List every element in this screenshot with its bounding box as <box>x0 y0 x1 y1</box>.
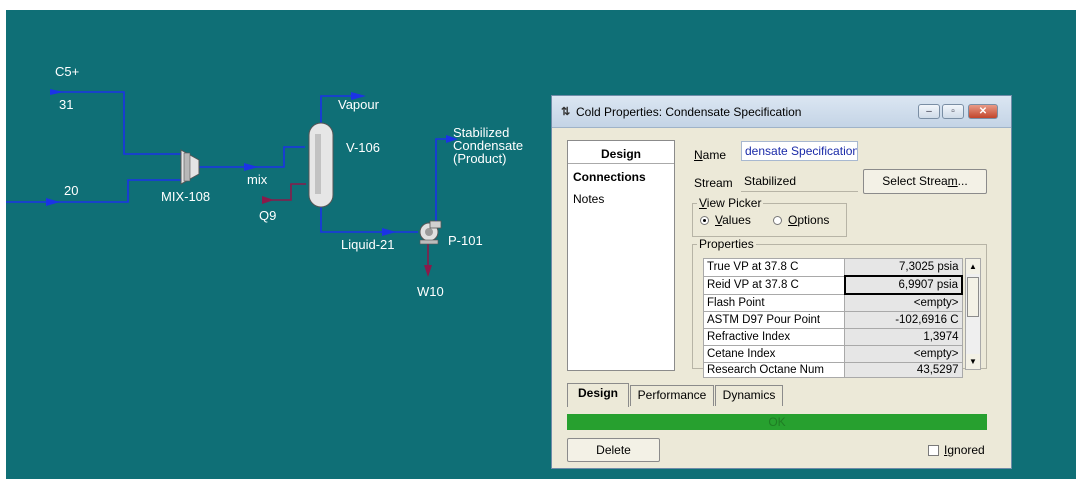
pump-icon <box>419 220 442 245</box>
property-value[interactable]: <empty> <box>844 345 963 363</box>
property-name: Research Octane Num <box>703 362 845 378</box>
stream-label-mix: mix <box>247 172 268 187</box>
tab-dynamics[interactable]: Dynamics <box>715 385 783 406</box>
stream-20-line <box>6 179 181 203</box>
values-radio[interactable] <box>700 216 709 225</box>
stream-label-liquid21: Liquid-21 <box>341 237 395 252</box>
stream-label-c5plus: C5+ <box>55 64 80 79</box>
stream-label-20: 20 <box>64 183 79 198</box>
table-row[interactable]: Reid VP at 37.8 C 6,9907 psia <box>703 275 963 295</box>
cold-properties-dialog[interactable]: ⇅ Cold Properties: Condensate Specificat… <box>551 95 1012 469</box>
property-name: ASTM D97 Pour Point <box>703 311 845 329</box>
stream-label-vapour: Vapour <box>338 97 379 112</box>
stream-label-q9: Q9 <box>259 208 277 223</box>
stream-label-product-3: (Product) <box>453 151 507 166</box>
table-row[interactable]: Cetane Index <empty> <box>703 345 963 363</box>
property-name: Reid VP at 37.8 C <box>703 275 845 295</box>
energy-q9-arrow <box>262 196 274 204</box>
stream-mix-arrow <box>244 163 258 171</box>
properties-group: Properties True VP at 37.8 C 7,3025 psia … <box>692 237 987 378</box>
property-name: True VP at 37.8 C <box>703 258 845 277</box>
options-radio[interactable] <box>773 216 782 225</box>
property-name: Refractive Index <box>703 328 845 346</box>
stream-mix-line <box>199 146 305 168</box>
stream-label: Stream <box>694 176 733 190</box>
property-value[interactable]: 6,9907 psia <box>843 275 963 295</box>
select-stream-button[interactable]: Select Stream... <box>863 169 987 194</box>
property-name: Flash Point <box>703 293 845 312</box>
dialog-title: Cold Properties: Condensate Specificatio… <box>576 105 802 119</box>
view-picker-group: View Picker Values Options <box>692 196 847 237</box>
name-label: Name <box>694 148 727 162</box>
stream-20-arrow <box>46 198 60 206</box>
stream-product-line <box>435 138 448 225</box>
delete-button[interactable]: Delete <box>567 438 660 462</box>
nav-item-connections[interactable]: Connections <box>573 170 646 184</box>
properties-title: Properties <box>697 237 756 251</box>
table-row[interactable]: Research Octane Num 43,5297 <box>703 362 963 378</box>
hysys-icon: ⇅ <box>561 106 571 118</box>
tab-performance[interactable]: Performance <box>630 385 714 406</box>
ignored-checkbox[interactable] <box>928 445 939 456</box>
table-row[interactable]: Flash Point <empty> <box>703 293 963 312</box>
mixer-icon <box>180 149 200 185</box>
stream-label-31: 31 <box>59 97 74 112</box>
property-value[interactable]: 1,3974 <box>844 328 963 346</box>
status-text: OK <box>768 415 786 429</box>
column-icon <box>308 122 334 208</box>
table-row[interactable]: True VP at 37.8 C 7,3025 psia <box>703 258 963 277</box>
ignored-label[interactable]: Ignored <box>944 443 985 457</box>
table-row[interactable]: Refractive Index 1,3974 <box>703 328 963 346</box>
stream-31-arrow <box>50 89 64 95</box>
name-field[interactable]: densate Specification <box>741 141 858 161</box>
energy-w10-arrow <box>424 265 432 277</box>
properties-scrollbar[interactable]: ▲ ▼ <box>965 258 981 370</box>
property-value[interactable]: <empty> <box>844 293 963 312</box>
options-radio-label[interactable]: Options <box>788 213 829 227</box>
nav-panel: Design Connections Notes <box>567 140 675 371</box>
unit-label-pump: P-101 <box>448 233 483 248</box>
energy-q9-line <box>268 183 306 201</box>
table-row[interactable]: ASTM D97 Pour Point -102,6916 C <box>703 311 963 329</box>
stream-field[interactable]: Stabilized <box>741 173 858 192</box>
close-button[interactable]: ✕ <box>968 104 998 119</box>
maximize-button[interactable]: ▫ <box>942 104 964 119</box>
property-name: Cetane Index <box>703 345 845 363</box>
nav-header: Design <box>600 147 641 161</box>
view-picker-title: View Picker <box>697 196 764 210</box>
nav-item-notes[interactable]: Notes <box>573 192 604 206</box>
property-value[interactable]: -102,6916 C <box>844 311 963 329</box>
scroll-up-icon[interactable]: ▲ <box>966 259 980 274</box>
dialog-titlebar[interactable]: ⇅ Cold Properties: Condensate Specificat… <box>552 96 1011 128</box>
tab-design[interactable]: Design <box>567 383 629 407</box>
stream-label-w10: W10 <box>417 284 444 299</box>
scroll-down-icon[interactable]: ▼ <box>966 354 980 369</box>
properties-table[interactable]: True VP at 37.8 C 7,3025 psia Reid VP at … <box>703 258 963 378</box>
status-bar: OK <box>567 414 987 430</box>
unit-label-mixer: MIX-108 <box>161 189 211 204</box>
minimize-button[interactable]: – <box>918 104 940 119</box>
property-value[interactable]: 7,3025 psia <box>844 258 963 277</box>
scroll-thumb[interactable] <box>967 277 979 317</box>
property-value[interactable]: 43,5297 <box>844 362 963 378</box>
unit-label-column: V-106 <box>346 140 380 155</box>
values-radio-label[interactable]: Values <box>715 213 751 227</box>
stream-liquid-line <box>320 205 418 233</box>
nav-divider <box>568 163 674 164</box>
stream-liquid-arrow <box>382 228 396 236</box>
